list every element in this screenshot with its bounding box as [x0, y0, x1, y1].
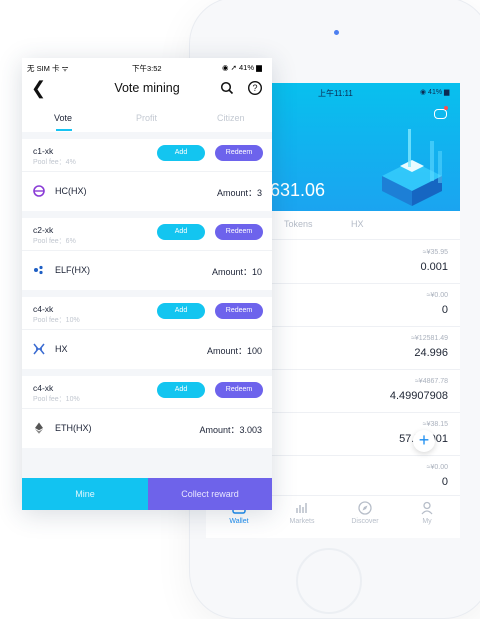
nav-markets-label: Markets — [289, 518, 315, 525]
page-title: Vote mining — [114, 81, 180, 95]
coin-name: HX — [55, 344, 68, 354]
asset-row[interactable]: ≈¥12581.49 24.996 — [270, 326, 460, 370]
pool-fee: Pool fee：10% — [33, 317, 80, 324]
pool-card: c4-xk Pool fee：10% Add Redeem HX Amount：… — [22, 297, 272, 369]
tab-vote[interactable]: Vote — [54, 113, 72, 123]
asset-amount: 0 — [441, 476, 448, 488]
asset-cny-value: ≈¥35.95 — [422, 249, 448, 256]
bottom-action-bar: Mine Collect reward — [22, 478, 272, 510]
tab-hx[interactable]: HX — [351, 219, 364, 229]
pool-card: c2-xk Pool fee：6% Add Redeem ELF(HX) Amo… — [22, 218, 272, 290]
status-bar: 无 SIM 卡 ᯤ 下午3:52 ◉ ➚ 41% ▆ — [22, 58, 272, 76]
asset-cny-value: ≈¥0.00 — [426, 292, 448, 299]
add-button[interactable]: Add — [157, 224, 205, 240]
vote-mining-screen: 无 SIM 卡 ᯤ 下午3:52 ◉ ➚ 41% ▆ ❮ Vote mining… — [22, 58, 272, 510]
redeem-button[interactable]: Redeem — [215, 224, 263, 240]
divider — [22, 171, 272, 172]
redeem-button[interactable]: Redeem — [215, 145, 263, 161]
hc-coin-icon — [33, 185, 45, 197]
collect-reward-button[interactable]: Collect reward — [148, 478, 272, 510]
pool-fee: Pool fee：4% — [33, 159, 76, 166]
status-time: 下午3:52 — [132, 64, 162, 73]
nav-discover[interactable]: Discover — [340, 500, 390, 525]
asset-amount: 24.996 — [414, 347, 448, 359]
asset-cny-value: ≈¥4867.78 — [414, 378, 448, 385]
divider — [22, 250, 272, 251]
asset-row[interactable]: ≈¥4867.78 4.49907908 — [270, 369, 460, 413]
phone-camera-dot — [334, 30, 339, 35]
search-icon[interactable] — [220, 81, 234, 95]
coin-name: ETH(HX) — [55, 423, 92, 433]
add-button[interactable]: Add — [157, 303, 205, 319]
tab-citizen[interactable]: Citizen — [217, 113, 245, 123]
redeem-button[interactable]: Redeem — [215, 382, 263, 398]
coin-amount: Amount：100 — [206, 346, 262, 356]
title-bar: ❮ Vote mining ? — [22, 76, 272, 102]
pool-name: c2-xk — [33, 225, 54, 235]
pool-name: c4-xk — [33, 383, 54, 393]
phone-home-button — [296, 548, 362, 614]
eth-coin-icon — [35, 422, 43, 434]
asset-cny-value: ≈¥12581.49 — [411, 335, 448, 342]
asset-row[interactable]: ≈¥35.95 0.001 — [270, 240, 460, 284]
hx-coin-icon — [33, 343, 45, 355]
asset-cny-value: ≈¥38.15 — [422, 421, 448, 428]
elf-coin-icon — [34, 265, 43, 275]
pool-name: c4-xk — [33, 304, 54, 314]
add-asset-button[interactable]: + — [413, 430, 435, 452]
coin-amount: Amount：10 — [211, 267, 262, 277]
message-icon[interactable] — [434, 109, 447, 119]
asset-row[interactable]: ≈¥0.00 0 — [270, 455, 460, 499]
redeem-button[interactable]: Redeem — [215, 303, 263, 319]
coin-amount: Amount：3 — [216, 188, 262, 198]
tab-tokens[interactable]: Tokens — [284, 219, 313, 229]
asset-amount: 4.49907908 — [389, 390, 448, 402]
pool-name: c1-xk — [33, 146, 54, 156]
status-time: 上午11:11 — [318, 89, 353, 98]
nav-wallet-label: Wallet — [229, 518, 249, 525]
compass-icon — [358, 501, 372, 515]
user-icon — [421, 501, 433, 515]
nav-markets[interactable]: Markets — [277, 500, 327, 525]
pool-card: c4-xk Pool fee：10% Add Redeem ETH(HX) Am… — [22, 376, 272, 448]
nav-my-label: My — [422, 518, 432, 525]
notification-dot — [444, 106, 448, 110]
asset-amount: 0.001 — [420, 261, 448, 273]
status-battery: ◉ 41% ▆ — [420, 89, 450, 96]
asset-cny-value: ≈¥0.00 — [426, 464, 448, 471]
status-carrier: 无 SIM 卡 ᯤ — [27, 64, 69, 73]
nav-my[interactable]: My — [402, 500, 452, 525]
pool-card: c1-xk Pool fee：4% Add Redeem HC(HX) Amou… — [22, 139, 272, 211]
total-balance: 631.06 — [270, 180, 326, 200]
divider — [22, 329, 272, 330]
divider — [22, 408, 272, 409]
mining-tabs: Vote Profit Citizen — [22, 102, 272, 132]
pool-fee: Pool fee：10% — [33, 396, 80, 403]
coin-name: HC(HX) — [55, 186, 87, 196]
add-button[interactable]: Add — [157, 145, 205, 161]
help-icon[interactable]: ? — [247, 80, 263, 96]
status-battery: ◉ ➚ 41% ▆ — [222, 63, 262, 72]
isometric-illustration — [382, 129, 442, 206]
asset-row[interactable]: ≈¥0.00 0 — [270, 283, 460, 327]
svg-text:?: ? — [252, 83, 257, 93]
add-button[interactable]: Add — [157, 382, 205, 398]
active-tab-indicator — [56, 129, 72, 131]
mine-button[interactable]: Mine — [22, 478, 148, 510]
pool-fee: Pool fee：6% — [33, 238, 76, 245]
coin-amount: Amount：3.003 — [199, 425, 262, 435]
markets-icon — [296, 503, 307, 513]
nav-discover-label: Discover — [351, 518, 379, 525]
tab-profit[interactable]: Profit — [136, 113, 157, 123]
asset-amount: 0 — [441, 304, 448, 316]
coin-name: ELF(HX) — [55, 265, 91, 275]
